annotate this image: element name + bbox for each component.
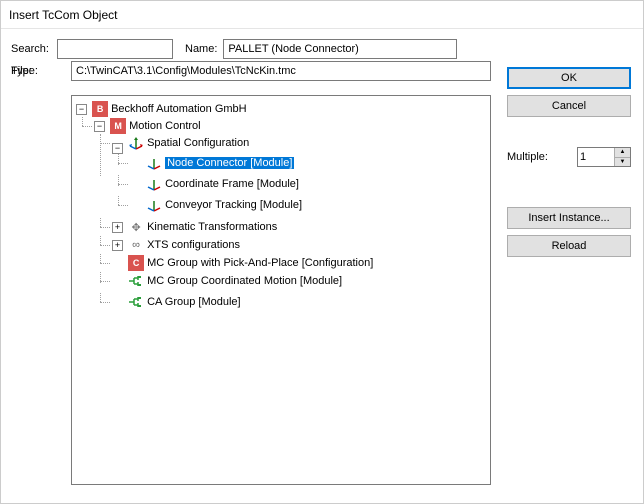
tree-label: XTS configurations <box>147 239 240 251</box>
window-title: Insert TcCom Object <box>1 1 643 29</box>
axes-icon <box>128 135 144 151</box>
spin-down[interactable]: ▼ <box>614 158 630 167</box>
cancel-button[interactable]: Cancel <box>507 95 631 117</box>
tree-label: Spatial Configuration <box>147 137 249 149</box>
insert-instance-button[interactable]: Insert Instance... <box>507 207 631 229</box>
tree-node-spatial[interactable]: Spatial Configuration <box>128 135 249 151</box>
tree-label: Beckhoff Automation GmbH <box>111 103 247 115</box>
config-icon: C <box>128 255 144 271</box>
tree-label: Conveyor Tracking [Module] <box>165 199 302 211</box>
tree-node-beckhoff[interactable]: B Beckhoff Automation GmbH <box>92 101 247 117</box>
tree-node-pick-place[interactable]: C MC Group with Pick-And-Place [Configur… <box>128 255 373 271</box>
xts-icon: ∞ <box>128 237 144 253</box>
tree-label: CA Group [Module] <box>147 296 241 308</box>
expand-toggle[interactable]: + <box>112 240 123 251</box>
tree-label: Kinematic Transformations <box>147 221 277 233</box>
module-icon <box>128 294 144 310</box>
tree-node-coord-motion[interactable]: MC Group Coordinated Motion [Module] <box>128 273 342 289</box>
tree-node-ca-group[interactable]: CA Group [Module] <box>128 294 241 310</box>
spin-up[interactable]: ▲ <box>614 148 630 158</box>
reload-button[interactable]: Reload <box>507 235 631 257</box>
ok-button[interactable]: OK <box>507 67 631 89</box>
multiple-label: Multiple: <box>507 151 577 163</box>
file-label: File: <box>11 65 71 77</box>
tree-node-node-connector[interactable]: Node Connector [Module] <box>146 155 294 171</box>
axes-icon <box>146 197 162 213</box>
multiple-spinner[interactable]: ▲ ▼ <box>577 147 631 167</box>
search-label: Search: <box>11 43 57 55</box>
expand-toggle[interactable]: − <box>94 121 105 132</box>
motion-icon: M <box>110 118 126 134</box>
tree-label: MC Group with Pick-And-Place [Configurat… <box>147 257 373 269</box>
axes-icon <box>146 176 162 192</box>
tree-node-conveyor[interactable]: Conveyor Tracking [Module] <box>146 197 302 213</box>
beckhoff-icon: B <box>92 101 108 117</box>
tree-node-xts[interactable]: ∞ XTS configurations <box>128 237 240 253</box>
expand-toggle[interactable]: − <box>112 143 123 154</box>
multiple-input[interactable] <box>578 148 614 166</box>
tree-label: Node Connector [Module] <box>165 157 294 169</box>
name-input[interactable] <box>223 39 457 59</box>
expand-toggle[interactable]: − <box>76 104 87 115</box>
tree-node-kinematic[interactable]: ✥ Kinematic Transformations <box>128 219 277 235</box>
tree-label: Motion Control <box>129 120 201 132</box>
tree-node-coord-frame[interactable]: Coordinate Frame [Module] <box>146 176 299 192</box>
search-input[interactable] <box>57 39 173 59</box>
module-icon <box>128 273 144 289</box>
tree-label: MC Group Coordinated Motion [Module] <box>147 275 342 287</box>
name-label: Name: <box>185 43 217 55</box>
tree-node-motion[interactable]: M Motion Control <box>110 118 201 134</box>
type-tree[interactable]: − B Beckhoff Automation GmbH − M Motion … <box>71 95 491 485</box>
axes-icon <box>146 155 162 171</box>
expand-toggle[interactable]: + <box>112 222 123 233</box>
tree-label: Coordinate Frame [Module] <box>165 178 299 190</box>
kinematic-icon: ✥ <box>128 219 144 235</box>
file-input[interactable] <box>71 61 491 81</box>
